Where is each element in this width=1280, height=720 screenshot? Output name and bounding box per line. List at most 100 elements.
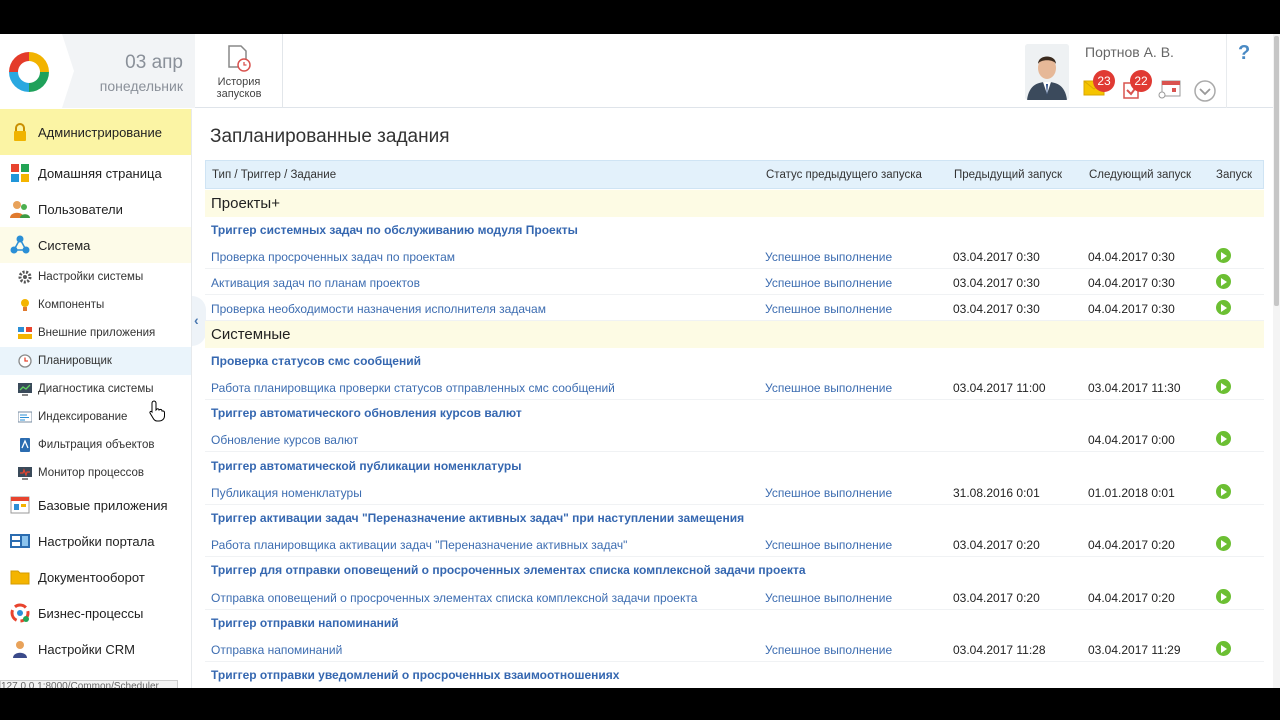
column-header-prev-run[interactable]: Предыдущий запуск xyxy=(954,169,1062,181)
task-next-run: 04.04.2017 0:30 xyxy=(1088,276,1175,290)
sidebar-item-label: Документооборот xyxy=(38,569,145,585)
sidebar-item-label: Индексирование xyxy=(38,411,128,423)
trigger-link[interactable]: Триггер для отправки оповещений о просро… xyxy=(211,563,806,577)
group-row: Проекты+ xyxy=(205,190,1264,217)
trigger-link[interactable]: Триггер системных задач по обслуживанию … xyxy=(211,223,578,237)
trigger-row: Триггер активации задач "Переназначение … xyxy=(205,505,1264,531)
logo-area[interactable] xyxy=(0,34,62,108)
sidebar-collapse-toggle[interactable]: ‹ xyxy=(192,296,206,346)
sidebar-item-label: Система xyxy=(38,237,91,253)
run-task-play-icon[interactable] xyxy=(1216,641,1231,656)
sidebar-item-object-filter[interactable]: Фильтрация объектов xyxy=(0,431,191,459)
task-name-link[interactable]: Публикация номенклатуры xyxy=(211,486,362,500)
sidebar-item-administration[interactable]: Администрирование xyxy=(0,109,191,155)
sidebar-item-home[interactable]: Домашняя страница xyxy=(0,155,191,191)
sidebar-item-label: Настройки системы xyxy=(38,271,144,283)
run-task-play-icon[interactable] xyxy=(1216,379,1231,394)
chevron-down-icon xyxy=(1194,80,1216,102)
sidebar-item-diagnostics[interactable]: Диагностика системы xyxy=(0,375,191,403)
video-letterbox-top xyxy=(0,0,1280,34)
page-title: Запланированные задания xyxy=(210,126,450,147)
calendar-icon xyxy=(1158,80,1181,99)
sidebar-item-base-apps[interactable]: Базовые приложения xyxy=(0,487,191,523)
sidebar-item-business-processes[interactable]: Бизнес-процессы xyxy=(0,595,191,631)
column-header-status[interactable]: Статус предыдущего запуска xyxy=(766,169,922,181)
trigger-link[interactable]: Триггер отправки напоминаний xyxy=(211,616,399,630)
task-next-run: 04.04.2017 0:30 xyxy=(1088,302,1175,316)
system-icon xyxy=(10,235,30,255)
task-name-link[interactable]: Работа планировщика проверки статусов от… xyxy=(211,381,615,395)
task-status: Успешное выполнение xyxy=(765,250,893,264)
sidebar-item-crm-settings[interactable]: Настройки CRM xyxy=(0,631,191,667)
task-name-link[interactable]: Проверка необходимости назначения исполн… xyxy=(211,302,546,316)
user-menu-toggle[interactable] xyxy=(1193,79,1217,103)
sidebar-item-users[interactable]: Пользователи xyxy=(0,191,191,227)
task-prev-run: 03.04.2017 0:20 xyxy=(953,538,1040,552)
base-apps-icon xyxy=(10,495,30,515)
sidebar-item-document-flow[interactable]: Документооборот xyxy=(0,559,191,595)
lock-icon xyxy=(10,122,30,142)
column-header-type[interactable]: Тип / Триггер / Задание xyxy=(212,169,336,181)
sidebar-item-external-apps[interactable]: Внешние приложения xyxy=(0,319,191,347)
column-header-next-run[interactable]: Следующий запуск xyxy=(1089,169,1191,181)
table-row: Отправка напоминаний Успешное выполнение… xyxy=(205,636,1264,662)
launch-history-label: История запусков xyxy=(216,76,262,100)
user-avatar[interactable] xyxy=(1025,44,1069,100)
trigger-row: Триггер системных задач по обслуживанию … xyxy=(205,217,1264,243)
task-status: Успешное выполнение xyxy=(765,643,893,657)
trigger-row: Триггер отправки уведомлений о просрочен… xyxy=(205,662,1264,688)
run-task-play-icon[interactable] xyxy=(1216,431,1231,446)
sidebar-item-scheduler[interactable]: Планировщик xyxy=(0,347,191,375)
sidebar-item-label: Монитор процессов xyxy=(38,467,145,479)
run-task-play-icon[interactable] xyxy=(1216,536,1231,551)
task-name-link[interactable]: Обновление курсов валют xyxy=(211,433,358,447)
sidebar-item-label: Диагностика системы xyxy=(38,383,154,395)
task-prev-run: 03.04.2017 0:20 xyxy=(953,591,1040,605)
run-task-play-icon[interactable] xyxy=(1216,589,1231,604)
sidebar-item-label: Фильтрация объектов xyxy=(38,439,155,451)
launch-history-button[interactable]: История запусков xyxy=(195,34,283,108)
trigger-link[interactable]: Триггер активации задач "Переназначение … xyxy=(211,511,744,525)
components-icon xyxy=(18,298,32,312)
run-task-play-icon[interactable] xyxy=(1216,248,1231,263)
trigger-link[interactable]: Триггер автоматической публикации номенк… xyxy=(211,459,522,473)
task-name-link[interactable]: Активация задач по планам проектов xyxy=(211,276,420,290)
trigger-link[interactable]: Триггер отправки уведомлений о просрочен… xyxy=(211,668,619,682)
sidebar-item-system[interactable]: Система xyxy=(0,227,191,263)
trigger-row: Триггер отправки напоминаний xyxy=(205,610,1264,636)
hand-cursor-icon xyxy=(149,400,165,422)
table-row: Обновление курсов валют 04.04.2017 0:00 xyxy=(205,426,1264,452)
sidebar-item-label: Базовые приложения xyxy=(38,497,168,513)
calendar-button[interactable] xyxy=(1158,79,1184,103)
task-status: Успешное выполнение xyxy=(765,486,893,500)
external-apps-icon xyxy=(18,326,32,340)
clock-icon xyxy=(18,354,32,368)
task-name-link[interactable]: Проверка просроченных задач по проектам xyxy=(211,250,455,264)
sidebar: Администрирование Домашняя страница Поль… xyxy=(0,109,192,688)
trigger-row: Триггер для отправки оповещений о просро… xyxy=(205,557,1264,583)
help-button[interactable]: ? xyxy=(1238,42,1250,65)
page-scrollbar-thumb[interactable] xyxy=(1274,36,1279,306)
sidebar-item-label: Настройки CRM xyxy=(38,641,135,657)
run-task-play-icon[interactable] xyxy=(1216,484,1231,499)
sidebar-item-process-monitor[interactable]: Монитор процессов xyxy=(0,459,191,487)
task-status: Успешное выполнение xyxy=(765,276,893,290)
user-name[interactable]: Портнов А. В. xyxy=(1085,44,1174,60)
sidebar-item-components[interactable]: Компоненты xyxy=(0,291,191,319)
portal-settings-icon xyxy=(10,531,30,551)
sidebar-item-system-settings[interactable]: Настройки системы xyxy=(0,263,191,291)
task-name-link[interactable]: Работа планировщика активации задач "Пер… xyxy=(211,538,627,552)
run-task-play-icon[interactable] xyxy=(1216,274,1231,289)
sidebar-item-label: Пользователи xyxy=(38,201,123,217)
table-row: Проверка необходимости назначения исполн… xyxy=(205,295,1264,321)
sidebar-item-portal-settings[interactable]: Настройки портала xyxy=(0,523,191,559)
trigger-link[interactable]: Проверка статусов смс сообщений xyxy=(211,354,421,368)
app-logo-icon[interactable] xyxy=(9,52,49,92)
trigger-link[interactable]: Триггер автоматического обновления курсо… xyxy=(211,406,522,420)
task-name-link[interactable]: Отправка оповещений о просроченных элеме… xyxy=(211,591,697,605)
run-task-play-icon[interactable] xyxy=(1216,300,1231,315)
task-name-link[interactable]: Отправка напоминаний xyxy=(211,643,342,657)
task-prev-run: 03.04.2017 0:30 xyxy=(953,250,1040,264)
table-row: Работа планировщика проверки статусов от… xyxy=(205,374,1264,400)
task-next-run: 01.01.2018 0:01 xyxy=(1088,486,1175,500)
